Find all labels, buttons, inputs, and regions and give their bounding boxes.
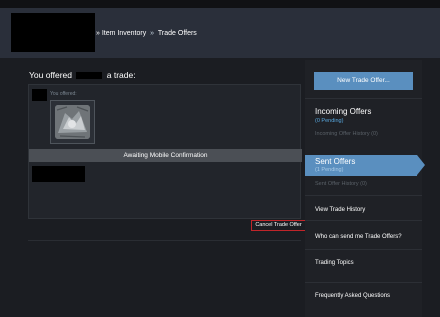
redacted-avatar-small [32,89,47,101]
breadcrumb-item-inventory[interactable]: Item Inventory [102,30,146,37]
item-art-icon [55,105,90,139]
sidebar-item-faq[interactable]: Frequently Asked Questions [305,282,422,317]
redacted-partner-name [76,72,103,80]
divider [28,240,301,241]
sidebar: New Trade Offer... Incoming Offers (0 Pe… [305,60,425,317]
trading-topics-link[interactable]: Trading Topics [315,260,354,266]
active-arrow-icon [417,155,425,175]
trade-offer-panel: You offered: Awaiting Mobile Confirmatio… [28,84,302,219]
breadcrumb-trade-offers[interactable]: Trade Offers [158,30,197,37]
breadcrumb-separator: » [150,30,155,37]
redacted-avatar [11,13,95,52]
redacted-partner-items [32,166,85,182]
cancel-trade-offer-button[interactable]: Cancel Trade Offer [251,220,306,231]
breadcrumb-separator: » [96,30,100,37]
breadcrumb: » Item Inventory » Trade Offers [96,30,197,37]
sidebar-item-who-can-send[interactable]: Who can send me Trade Offers? [305,220,422,249]
incoming-offer-history-link[interactable]: Incoming Offer History (0) [315,131,378,137]
item-image[interactable] [55,105,90,139]
top-bar [0,0,440,8]
sent-offer-history-link[interactable]: Sent Offer History (0) [315,181,367,187]
status-bar: Awaiting Mobile Confirmation [29,149,302,162]
faq-link[interactable]: Frequently Asked Questions [315,293,390,299]
sidebar-item-view-history[interactable]: View Trade History [305,195,422,220]
offer-heading-suffix: a trade: [106,70,136,80]
offer-heading-prefix: You offered [29,70,73,80]
incoming-pending-count: (0 Pending) [315,118,344,124]
sent-offers-title[interactable]: Sent Offers [315,157,355,166]
sidebar-item-incoming[interactable]: Incoming Offers (0 Pending) Incoming Off… [305,98,422,154]
new-trade-offer-button[interactable]: New Trade Offer... [314,72,413,90]
sent-pending-count: (1 Pending) [315,167,344,173]
item-slot[interactable] [50,100,95,144]
sidebar-item-trading-topics[interactable]: Trading Topics [305,249,422,282]
view-trade-history-link[interactable]: View Trade History [315,207,365,213]
who-can-send-link[interactable]: Who can send me Trade Offers? [315,234,402,240]
you-offered-label: You offered: [50,91,77,97]
offer-heading: You offered a trade: [29,70,136,80]
incoming-offers-title[interactable]: Incoming Offers [315,107,371,116]
